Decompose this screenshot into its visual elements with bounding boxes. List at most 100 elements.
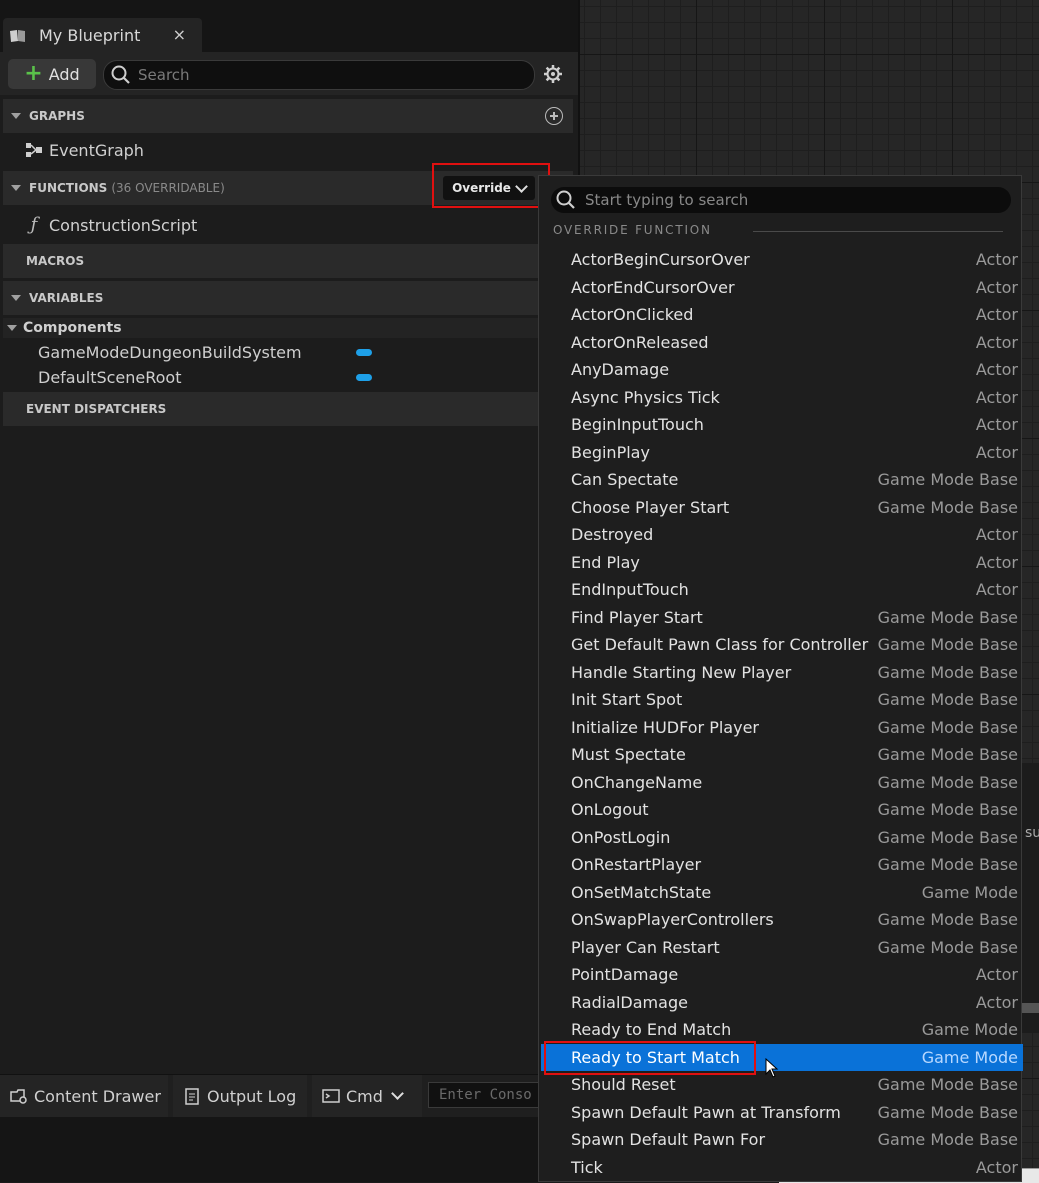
section-variables-label: VARIABLES [29, 291, 104, 305]
override-function-item[interactable]: OnSwapPlayerControllers Game Mode Base [541, 906, 1023, 933]
function-name: Handle Starting New Player [571, 662, 792, 682]
override-function-item[interactable]: ActorOnReleased Actor [541, 329, 1023, 356]
function-item-constructionscript[interactable]: ƒ ConstructionScript [24, 212, 198, 238]
search-input[interactable]: Search [103, 60, 535, 90]
function-source-class: Game Mode Base [877, 910, 1018, 929]
output-log-button[interactable]: Output Log [173, 1075, 307, 1117]
variable-type-pill [356, 349, 372, 356]
section-event-dispatchers-label: EVENT DISPATCHERS [26, 402, 167, 416]
override-function-item[interactable]: BeginPlay Actor [541, 439, 1023, 466]
function-source-class: Actor [975, 580, 1018, 599]
menu-search-input[interactable]: Start typing to search [551, 187, 1011, 213]
category-divider [753, 231, 1003, 232]
override-function-item[interactable]: Handle Starting New Player Game Mode Base [541, 659, 1023, 686]
cmd-dropdown[interactable]: Cmd [312, 1075, 422, 1117]
override-function-item[interactable]: Destroyed Actor [541, 521, 1023, 548]
function-source-class: Game Mode Base [877, 635, 1018, 654]
variable-item[interactable]: DefaultSceneRoot [38, 365, 182, 389]
function-source-class: Actor [975, 525, 1018, 544]
function-source-class: Actor [975, 387, 1018, 407]
add-button[interactable]: + Add [8, 59, 96, 89]
function-name: End Play [571, 552, 640, 572]
override-function-item[interactable]: EndInputTouch Actor [541, 576, 1023, 603]
cmd-label: Cmd [346, 1086, 383, 1106]
variable-label: GameModeDungeonBuildSystem [38, 342, 302, 362]
add-graph-icon[interactable] [545, 107, 563, 125]
function-source-class: Actor [975, 442, 1018, 462]
tab-my-blueprint[interactable]: My Blueprint × [3, 18, 202, 52]
scrollbar-thumb[interactable] [1021, 1003, 1039, 1013]
function-name: Find Player Start [571, 607, 703, 627]
section-event-dispatchers[interactable]: EVENT DISPATCHERS [3, 392, 573, 426]
graph-item-eventgraph[interactable]: EventGraph [24, 137, 144, 163]
book-icon [9, 28, 27, 42]
override-function-item[interactable]: OnRestartPlayer Game Mode Base [541, 851, 1023, 878]
function-name: OnLogout [571, 800, 649, 819]
override-function-item[interactable]: Spawn Default Pawn at Transform Game Mode… [541, 1099, 1023, 1126]
override-function-item[interactable]: Choose Player Start Game Mode Base [541, 494, 1023, 521]
override-function-item[interactable]: RadialDamage Actor [541, 989, 1023, 1016]
clipped-label: su [1025, 825, 1039, 841]
override-function-item[interactable]: Get Default Pawn Class for Controller Gam… [541, 631, 1023, 658]
override-function-item[interactable]: ActorBeginCursorOver Actor [541, 246, 1023, 273]
override-function-item[interactable]: Initialize HUDFor Player Game Mode Base [541, 714, 1023, 741]
override-function-item[interactable]: Tick Actor [541, 1154, 1023, 1181]
override-function-item[interactable]: AnyDamage Actor [541, 356, 1023, 383]
components-label: Components [23, 320, 122, 336]
override-function-item[interactable]: Async Physics Tick Actor [541, 384, 1023, 411]
function-source-class: Game Mode Base [877, 1102, 1018, 1122]
override-function-item[interactable]: ActorOnClicked Actor [541, 301, 1023, 328]
menu-search-placeholder: Start typing to search [585, 191, 749, 209]
function-source-class: Game Mode Base [877, 470, 1018, 489]
override-function-item[interactable]: Must Spectate Game Mode Base [541, 741, 1023, 768]
section-graphs-label: GRAPHS [29, 109, 85, 123]
function-name: Choose Player Start [571, 497, 730, 517]
components-category[interactable]: Components [3, 318, 573, 338]
graph-item-label: EventGraph [49, 140, 144, 160]
function-name: ActorBeginCursorOver [571, 250, 750, 269]
override-function-item[interactable]: PointDamage Actor [541, 961, 1023, 988]
function-source-class: Actor [975, 415, 1018, 434]
override-function-item[interactable]: BeginInputTouch Actor [541, 411, 1023, 438]
override-function-item[interactable]: Ready to End Match Game Mode [541, 1016, 1023, 1043]
override-function-item[interactable]: OnSetMatchState Game Mode [541, 879, 1023, 906]
console-placeholder: Enter Conso [439, 1087, 532, 1103]
override-function-item[interactable]: OnChangeName Game Mode Base [541, 769, 1023, 796]
output-log-label: Output Log [207, 1086, 297, 1106]
collapse-arrow-icon [11, 295, 21, 301]
override-function-item[interactable]: ActorEndCursorOver Actor [541, 274, 1023, 301]
override-function-item[interactable]: OnPostLogin Game Mode Base [541, 824, 1023, 851]
override-function-item[interactable]: Should Reset Game Mode Base [541, 1071, 1023, 1098]
override-function-item[interactable]: Player Can Restart Game Mode Base [541, 934, 1023, 961]
override-function-item[interactable]: Spawn Default Pawn For Game Mode Base [541, 1126, 1023, 1153]
override-function-item[interactable]: End Play Actor [541, 549, 1023, 576]
override-function-item[interactable]: Can Spectate Game Mode Base [541, 466, 1023, 493]
collapse-arrow-icon [11, 113, 21, 119]
function-name: EndInputTouch [571, 580, 689, 599]
function-source-class: Game Mode Base [877, 497, 1018, 517]
function-source-class: Actor [975, 332, 1018, 352]
override-function-item[interactable]: Ready to Start Match Game Mode [541, 1043, 1023, 1071]
variable-item[interactable]: GameModeDungeonBuildSystem [38, 340, 302, 364]
section-macros[interactable]: MACROS [3, 244, 573, 278]
gear-icon[interactable] [543, 64, 563, 84]
function-source-class: Game Mode Base [877, 745, 1018, 764]
content-drawer-button[interactable]: Content Drawer [0, 1075, 168, 1117]
override-function-item[interactable]: Find Player Start Game Mode Base [541, 604, 1023, 631]
override-highlight-box [432, 163, 550, 208]
section-macros-label: MACROS [26, 254, 85, 268]
collapse-arrow-icon [11, 185, 21, 191]
function-name: Tick [571, 1157, 603, 1177]
function-source-class: Actor [975, 277, 1018, 297]
function-name: RadialDamage [571, 992, 688, 1012]
section-variables[interactable]: VARIABLES [3, 281, 573, 315]
function-source-class: Game Mode Base [877, 827, 1018, 847]
function-name: Async Physics Tick [571, 387, 720, 407]
variable-label: DefaultSceneRoot [38, 367, 182, 387]
override-function-item[interactable]: Init Start Spot Game Mode Base [541, 686, 1023, 713]
section-graphs[interactable]: GRAPHS [3, 99, 573, 133]
tab-title: My Blueprint [39, 25, 141, 45]
override-function-item[interactable]: OnLogout Game Mode Base [541, 796, 1023, 823]
close-icon[interactable]: × [173, 25, 186, 44]
function-name: AnyDamage [571, 360, 670, 379]
